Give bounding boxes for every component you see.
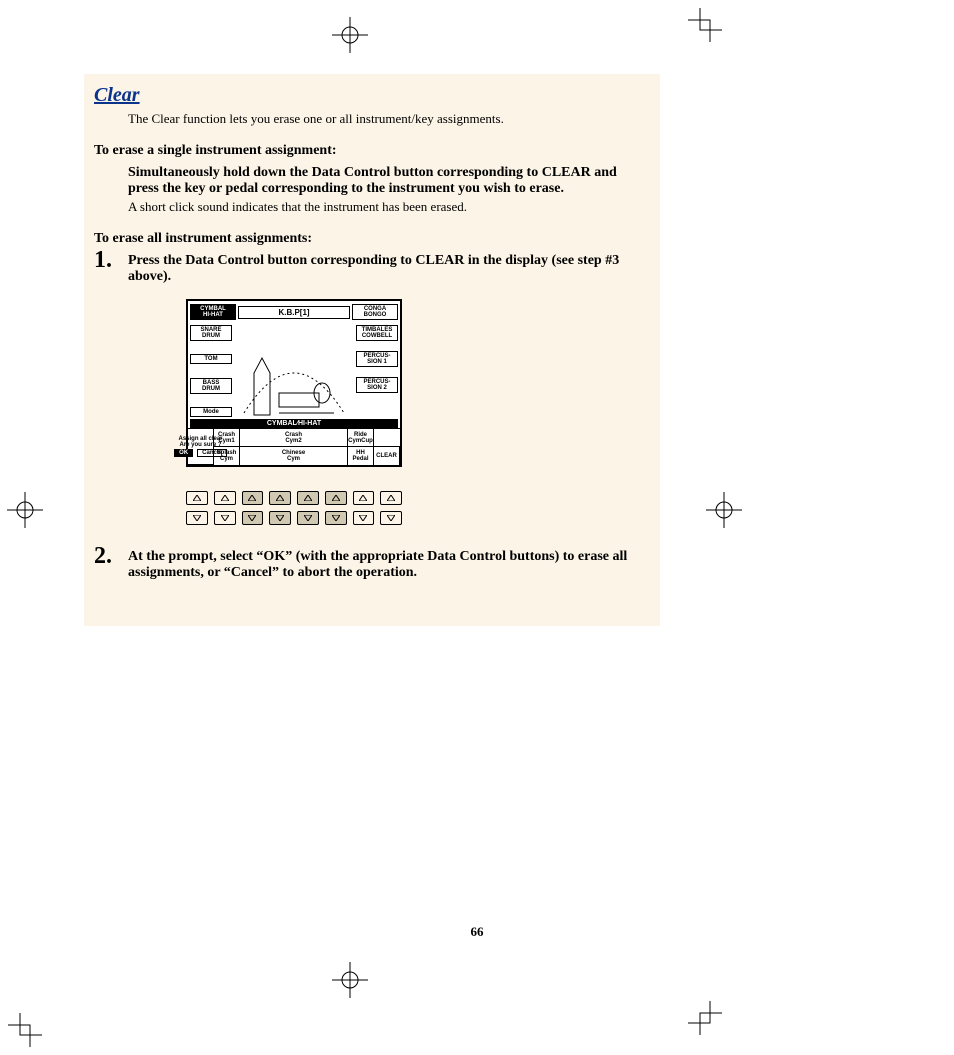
lcd-left-column: SNARE DRUM TOM BASS DRUM Mode [188,323,234,419]
data-control-up-button[interactable] [380,491,402,505]
lcd-cell-hhpedal: HH Pedal [348,447,374,465]
registration-mark-icon [5,490,45,530]
lcd-title: K.B.P[1] [238,306,350,319]
intro-text: The Clear function lets you erase one or… [128,111,650,127]
data-control-buttons [186,491,402,525]
lcd-tab-percussion1: PERCUS- SION 1 [356,351,398,367]
data-control-down-button[interactable] [297,511,319,525]
data-control-up-button[interactable] [297,491,319,505]
lcd-tab-tom: TOM [190,354,232,364]
data-control-row [186,511,402,525]
data-control-down-button[interactable] [214,511,236,525]
lcd-cell-empty [374,429,400,447]
page-number: 66 [0,924,954,940]
erase-single-instruction: Simultaneously hold down the Data Contro… [128,165,650,197]
lcd-cell-splash: Splash Cym [214,447,240,465]
lcd-tab-snare: SNARE DRUM [190,325,232,341]
data-control-up-button[interactable] [269,491,291,505]
step-list: Press the Data Control button correspond… [94,253,650,285]
data-control-down-button[interactable] [353,511,375,525]
lcd-dialog: Assign all clear Are you sure ? OK Cance… [188,429,214,465]
data-control-up-button[interactable] [242,491,264,505]
triangle-down-icon [332,515,340,521]
lcd-cell-clear: CLEAR [374,447,400,465]
lcd-tab-conga-bongo: CONGA BONGO [352,304,398,320]
triangle-up-icon [248,495,256,501]
lcd-dialog-ok: OK [174,449,193,457]
lcd-lower-grid: Crash Cym1 Crash Cym2 Assign all clear A… [188,428,400,465]
triangle-down-icon [359,515,367,521]
data-control-up-button[interactable] [186,491,208,505]
triangle-down-icon [304,515,312,521]
triangle-up-icon [387,495,395,501]
triangle-down-icon [221,515,229,521]
page: Clear The Clear function lets you erase … [0,0,954,1055]
data-control-up-button[interactable] [353,491,375,505]
triangle-up-icon [359,495,367,501]
lcd-center-art [234,323,354,419]
erase-single-note: A short click sound indicates that the i… [128,199,650,215]
triangle-up-icon [221,495,229,501]
lcd-tab-bass-drum: BASS DRUM [190,378,232,394]
crop-mark-icon [8,1013,42,1047]
data-control-up-button[interactable] [214,491,236,505]
data-control-row [186,491,402,505]
lcd-tab-mode: Mode [190,407,232,417]
step-2: At the prompt, select “OK” (with the app… [94,549,650,581]
step-list-2: At the prompt, select “OK” (with the app… [94,549,650,581]
step-1: Press the Data Control button correspond… [94,253,650,285]
data-control-down-button[interactable] [325,511,347,525]
lcd-tab-timbales: TIMBALES COWBELL [356,325,398,341]
erase-single-heading: To erase a single instrument assignment: [94,143,650,159]
triangle-up-icon [276,495,284,501]
lcd-screen: CYMBAL HI-HAT K.B.P[1] CONGA BONGO SNARE… [186,299,402,467]
triangle-down-icon [248,515,256,521]
triangle-down-icon [276,515,284,521]
data-control-down-button[interactable] [242,511,264,525]
triangle-down-icon [193,515,201,521]
triangle-up-icon [332,495,340,501]
erase-all-heading: To erase all instrument assignments: [94,231,650,247]
lcd-tab-percussion2: PERCUS- SION 2 [356,377,398,393]
lcd-right-column: TIMBALES COWBELL PERCUS- SION 1 PERCUS- … [354,323,400,419]
lcd-category-bar: CYMBAL∕HI-HAT [190,419,398,428]
device-figure: CYMBAL HI-HAT K.B.P[1] CONGA BONGO SNARE… [186,299,402,525]
lcd-tab-cymbal-hihat: CYMBAL HI-HAT [190,304,236,320]
data-control-up-button[interactable] [325,491,347,505]
lcd-cell-ridecup: Ride CymCup [348,429,374,447]
content-panel: Clear The Clear function lets you erase … [84,74,660,626]
triangle-up-icon [193,495,201,501]
registration-mark-icon [704,490,744,530]
section-title: Clear [94,84,650,107]
lcd-cell-chinese: Chinese Cym [240,447,348,465]
data-control-down-button[interactable] [380,511,402,525]
triangle-up-icon [304,495,312,501]
registration-mark-icon [330,15,370,55]
crop-mark-icon [688,1001,722,1035]
registration-mark-icon [330,960,370,1000]
data-control-down-button[interactable] [269,511,291,525]
crop-mark-icon [688,8,722,42]
lcd-cell-crash2: Crash Cym2 [240,429,348,447]
data-control-down-button[interactable] [186,511,208,525]
triangle-down-icon [387,515,395,521]
